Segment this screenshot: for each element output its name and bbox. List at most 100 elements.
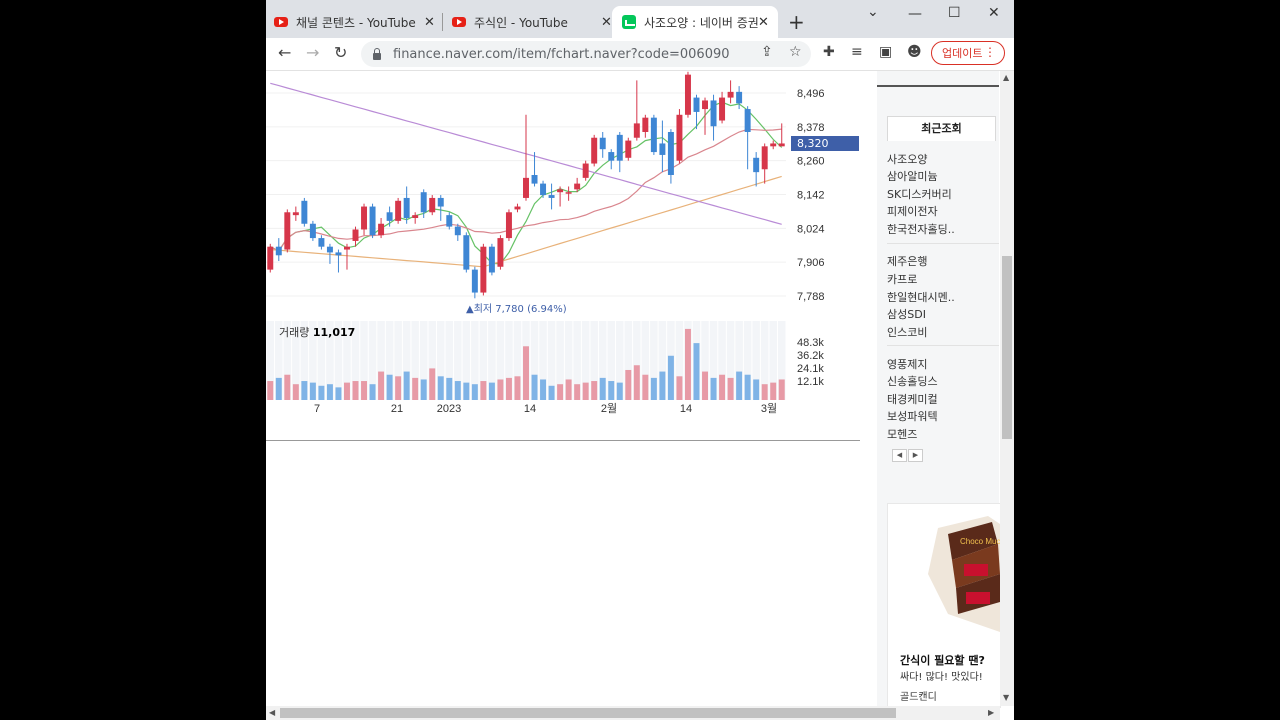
volume-bar: [761, 384, 768, 400]
volume-bar: [702, 371, 708, 400]
volume-bar: [770, 382, 777, 400]
recent-item[interactable]: 태경케미컬: [887, 391, 938, 407]
media-control-icon[interactable]: ≡: [851, 44, 863, 60]
recent-item[interactable]: 영풍제지: [887, 356, 927, 372]
scroll-down-arrow-icon[interactable]: ▼: [1003, 693, 1009, 702]
tab-title: 채널 콘텐츠 - YouTube: [296, 15, 416, 30]
candle-body: [719, 97, 726, 121]
close-icon[interactable]: ✕: [424, 15, 435, 30]
share-icon[interactable]: ⇪: [761, 44, 773, 60]
candle-body: [693, 97, 700, 112]
candle-body: [309, 223, 316, 239]
tab-search-chevron-icon[interactable]: ⌄: [867, 4, 879, 20]
candle-body: [684, 74, 691, 115]
tab-recent-view[interactable]: 최근조회: [887, 116, 996, 141]
volume-tick-label: 48.3k: [797, 337, 824, 349]
tab-jusikin[interactable]: 주식인 - YouTube ✕: [452, 6, 612, 38]
close-icon[interactable]: ✕: [601, 15, 612, 30]
volume-bar: [548, 385, 555, 400]
volume-bar: [446, 377, 453, 400]
scroll-up-arrow-icon[interactable]: ▲: [1003, 73, 1009, 82]
volume-tick-label: 24.1k: [797, 363, 824, 375]
candle-body: [463, 235, 470, 270]
candle-body: [744, 109, 751, 132]
ad-subtitle: 싸다! 많다! 맛있다!: [900, 672, 983, 683]
new-tab-button[interactable]: +: [788, 10, 805, 34]
x-tick-label: 14: [524, 403, 536, 415]
menu-dots-icon[interactable]: ⋮: [984, 45, 996, 59]
y-tick-label: 8,496: [797, 88, 825, 100]
volume-bar: [420, 379, 427, 400]
scroll-right-arrow-icon[interactable]: ▶: [988, 708, 994, 717]
y-tick-label: 8,378: [797, 122, 825, 134]
vertical-scroll-thumb[interactable]: [1002, 256, 1012, 439]
back-button[interactable]: ←: [278, 43, 291, 62]
candle-body: [727, 91, 734, 98]
recent-item[interactable]: 제주은행: [887, 253, 927, 269]
reload-button[interactable]: ↻: [334, 43, 347, 62]
snack-ad[interactable]: Choco Mucho 간식이 필요할 땐? 싸다! 많다! 맛있다! 골드캔디: [887, 503, 1001, 708]
candle-body: [446, 215, 453, 227]
volume-tick-label: 12.1k: [797, 376, 824, 388]
recent-item[interactable]: 한국전자홀딩..: [887, 221, 955, 237]
recent-item[interactable]: 삼아알미늄: [887, 168, 938, 184]
vertical-scrollbar[interactable]: ▲ ▼: [1000, 71, 1014, 706]
recent-item[interactable]: SK디스커버리: [887, 186, 952, 202]
volume-bar: [497, 379, 504, 400]
minimize-button[interactable]: —: [908, 6, 922, 22]
volume-bar: [719, 374, 726, 400]
candle-body: [454, 226, 461, 236]
side-panel-icon[interactable]: ▣: [879, 44, 892, 60]
pager-next-button[interactable]: ▶: [908, 449, 923, 462]
maximize-button[interactable]: ☐: [948, 5, 961, 21]
tab-title: 사조오양 : 네이버 증권: [644, 15, 759, 30]
bookmark-star-icon[interactable]: ☆: [789, 44, 802, 60]
horizontal-scroll-thumb[interactable]: [280, 708, 896, 718]
tab-sajo-oyang[interactable]: 사조오양 : 네이버 증권 ✕: [612, 6, 778, 38]
extensions-icon[interactable]: ✚: [823, 44, 835, 60]
recent-item[interactable]: 사조오양: [887, 151, 927, 167]
tab-channel-content[interactable]: 채널 콘텐츠 - YouTube ✕: [274, 6, 439, 38]
volume-bar: [386, 374, 393, 400]
recent-item[interactable]: 인스코비: [887, 324, 927, 340]
recent-item[interactable]: 피제이전자: [887, 203, 938, 219]
update-button[interactable]: 업데이트 ⋮: [931, 41, 1005, 65]
sidebar-top-line: [877, 85, 999, 87]
candle-body: [386, 212, 393, 221]
y-tick-label: 7,906: [797, 257, 825, 269]
profile-avatar-icon[interactable]: ☻: [907, 44, 922, 60]
candle-body: [284, 212, 291, 250]
x-tick-label: 3월: [761, 402, 777, 415]
volume-bar: [412, 377, 419, 400]
recent-item[interactable]: 모헨즈: [887, 426, 917, 442]
scroll-left-arrow-icon[interactable]: ◀: [269, 708, 275, 717]
window-close-button[interactable]: ✕: [988, 5, 1000, 21]
volume-tick-label: 36.2k: [797, 350, 824, 362]
volume-bar: [344, 382, 350, 400]
candle-body: [531, 175, 538, 184]
x-tick-label: 21: [391, 403, 403, 415]
candle-body: [676, 114, 683, 161]
volume-bar: [736, 371, 743, 400]
page-content: 8,496 8,378 8,260 8,142 8,024 7,906 7,788 48.3k…: [266, 71, 1014, 708]
recent-item[interactable]: 한일현대시멘..: [887, 289, 955, 305]
volume-bar: [505, 377, 512, 400]
address-bar[interactable]: finance.naver.com/item/fchart.naver?code…: [361, 41, 811, 67]
horizontal-scrollbar[interactable]: ◀ ▶: [266, 706, 1000, 720]
volume-bar: [309, 382, 316, 400]
recent-item[interactable]: 신송홀딩스: [887, 373, 938, 389]
pager-prev-button[interactable]: ◀: [892, 449, 907, 462]
recent-item[interactable]: 카프로: [887, 271, 917, 287]
close-icon[interactable]: ✕: [758, 15, 769, 30]
recent-item[interactable]: 보성파워텍: [887, 408, 938, 424]
recent-item[interactable]: 삼성SDI: [887, 306, 926, 322]
sidebar-divider: [887, 243, 999, 244]
candle-body: [753, 157, 760, 173]
current-price-badge: 8,320: [791, 136, 859, 151]
volume-bar: [429, 368, 436, 400]
volume-bar: [744, 374, 751, 400]
forward-button[interactable]: →: [306, 43, 319, 62]
ad-brand: 골드캔디: [900, 692, 937, 703]
candle-body: [710, 100, 717, 127]
recent-view-sidebar: 최근조회 사조오양 삼아알미늄 SK디스커버리 피제이전자 한국전자홀딩.. 제…: [877, 71, 1001, 708]
